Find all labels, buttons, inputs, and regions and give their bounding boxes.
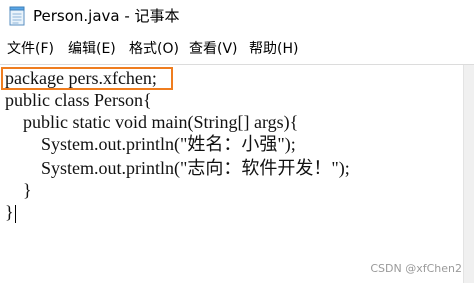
code-line-main: public static void main(String[] args){	[5, 112, 299, 132]
menu-file[interactable]: 文件(F)	[7, 37, 54, 61]
menu-format[interactable]: 格式(O)	[129, 37, 179, 61]
menu-view[interactable]: 查看(V)	[189, 37, 238, 61]
watermark-text: CSDN @xfChen2	[370, 262, 462, 275]
text-caret	[15, 205, 16, 223]
code-line-print-name: System.out.println("姓名：小强");	[5, 134, 296, 154]
code-line-close-method: }	[5, 180, 32, 200]
code-line-class: public class Person{	[5, 90, 152, 110]
notepad-window: Person.java - 记事本 文件(F) 编辑(E) 格式(O) 查看(V…	[0, 0, 474, 283]
window-title: Person.java - 记事本	[33, 7, 180, 25]
package-highlight-box	[1, 67, 173, 90]
menu-help[interactable]: 帮助(H)	[249, 37, 298, 61]
title-bar[interactable]: Person.java - 记事本	[0, 0, 474, 34]
notepad-icon	[9, 6, 25, 26]
menu-edit[interactable]: 编辑(E)	[68, 37, 116, 61]
code-line-close-class: }	[5, 202, 14, 222]
vertical-scrollbar[interactable]	[463, 65, 474, 283]
menu-bar: 文件(F) 编辑(E) 格式(O) 查看(V) 帮助(H)	[0, 37, 474, 61]
code-line-print-goal: System.out.println("志向：软件开发！");	[5, 158, 350, 178]
